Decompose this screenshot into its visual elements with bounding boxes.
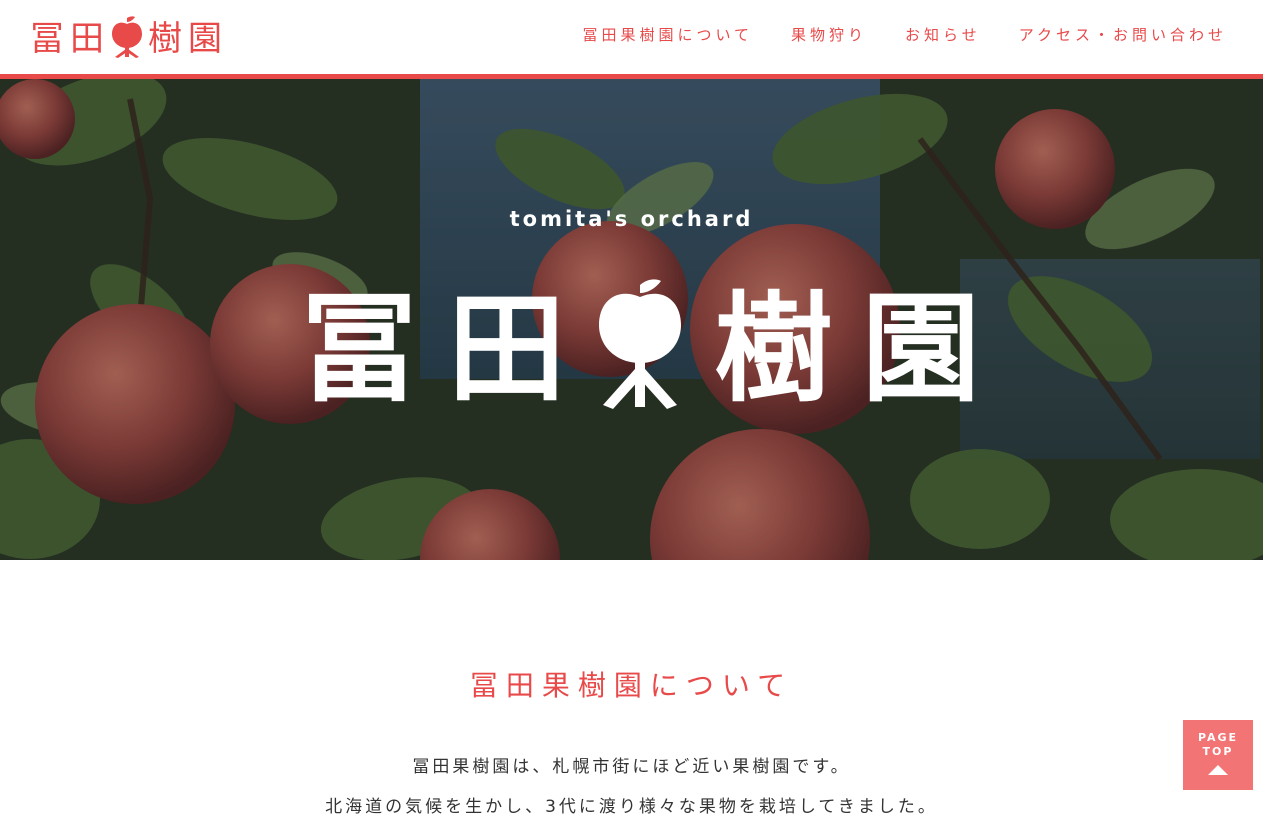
hero-subtitle: tomita's orchard xyxy=(509,207,754,231)
site-header: 冨 田 樹 園 冨田果樹園について 果物狩り お知らせ アクセス・お問い合わせ xyxy=(0,0,1263,74)
about-paragraph: 冨田果樹園は、札幌市街にほど近い果樹園です。 xyxy=(412,757,851,777)
logo-char: 樹 xyxy=(148,19,184,59)
page-top-button[interactable]: PAGE TOP xyxy=(1183,720,1253,790)
nav-about[interactable]: 冨田果樹園について xyxy=(582,24,753,45)
hero-title-char: 樹 xyxy=(714,280,833,418)
triangle-up-icon xyxy=(1208,765,1228,775)
about-section-title: 冨田果樹園について xyxy=(469,669,794,702)
main-nav: 冨田果樹園について 果物狩り お知らせ アクセス・お問い合わせ xyxy=(582,24,1227,45)
logo-char: 田 xyxy=(70,19,106,59)
hero-title-char: 田 xyxy=(447,280,566,418)
hero-title: 冨 田 樹 園 xyxy=(300,279,980,419)
logo-char: 冨 xyxy=(30,19,66,59)
page-top-label: TOP xyxy=(1202,745,1234,758)
apple-icon xyxy=(595,277,685,421)
apple-icon xyxy=(110,15,144,63)
hero-banner: tomita's orchard 冨 田 樹 園 xyxy=(0,79,1263,560)
hero-title-char: 冨 xyxy=(300,280,419,418)
about-paragraph: 北海道の気候を生かし、3代に渡り様々な果物を栽培してきました。 xyxy=(325,797,938,817)
hero-title-char: 園 xyxy=(861,280,980,418)
site-logo[interactable]: 冨 田 樹 園 xyxy=(30,15,228,63)
page-top-label: PAGE xyxy=(1197,731,1239,744)
nav-news[interactable]: お知らせ xyxy=(905,24,981,45)
logo-char: 園 xyxy=(188,19,224,59)
nav-fruit-picking[interactable]: 果物狩り xyxy=(791,24,867,45)
nav-access-contact[interactable]: アクセス・お問い合わせ xyxy=(1019,24,1227,45)
